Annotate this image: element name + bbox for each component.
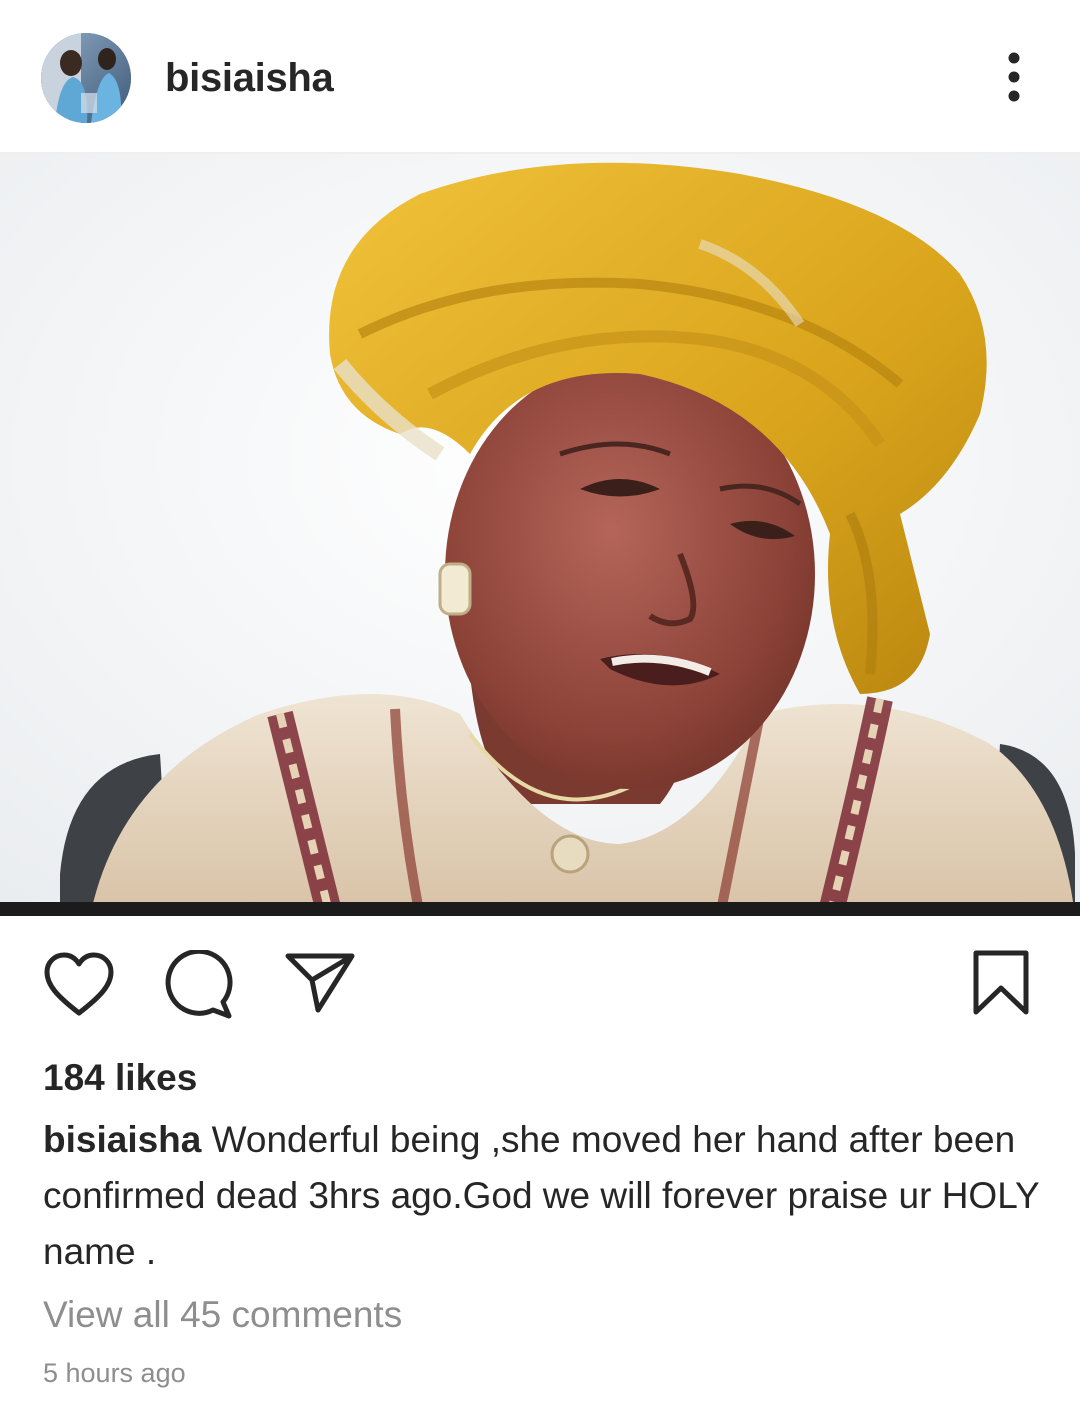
avatar[interactable]	[41, 33, 131, 123]
post-username[interactable]: bisiaisha	[165, 52, 334, 104]
avatar-image	[41, 33, 131, 123]
post-photo[interactable]	[0, 154, 1080, 916]
image-bottom-border	[0, 902, 1080, 916]
view-all-comments-link[interactable]: View all 45 comments	[43, 1290, 402, 1340]
caption-username[interactable]: bisiaisha	[43, 1119, 201, 1160]
heart-icon	[44, 952, 114, 1016]
more-vertical-icon	[1008, 52, 1020, 102]
save-button[interactable]	[968, 948, 1034, 1018]
comment-icon	[165, 948, 233, 1019]
share-button[interactable]	[284, 950, 356, 1016]
post-caption: bisiaisha Wonderful being ,she moved her…	[43, 1112, 1043, 1280]
more-options-button[interactable]	[990, 50, 1038, 106]
comment-button[interactable]	[163, 948, 235, 1022]
post-photo-illustration	[0, 154, 1080, 916]
bookmark-icon	[973, 950, 1029, 1015]
post-timestamp: 5 hours ago	[43, 1358, 186, 1388]
post-header: bisiaisha	[0, 0, 1080, 154]
like-button[interactable]	[43, 952, 115, 1018]
send-icon	[285, 953, 355, 1013]
likes-count[interactable]: 184 likes	[43, 1055, 197, 1101]
